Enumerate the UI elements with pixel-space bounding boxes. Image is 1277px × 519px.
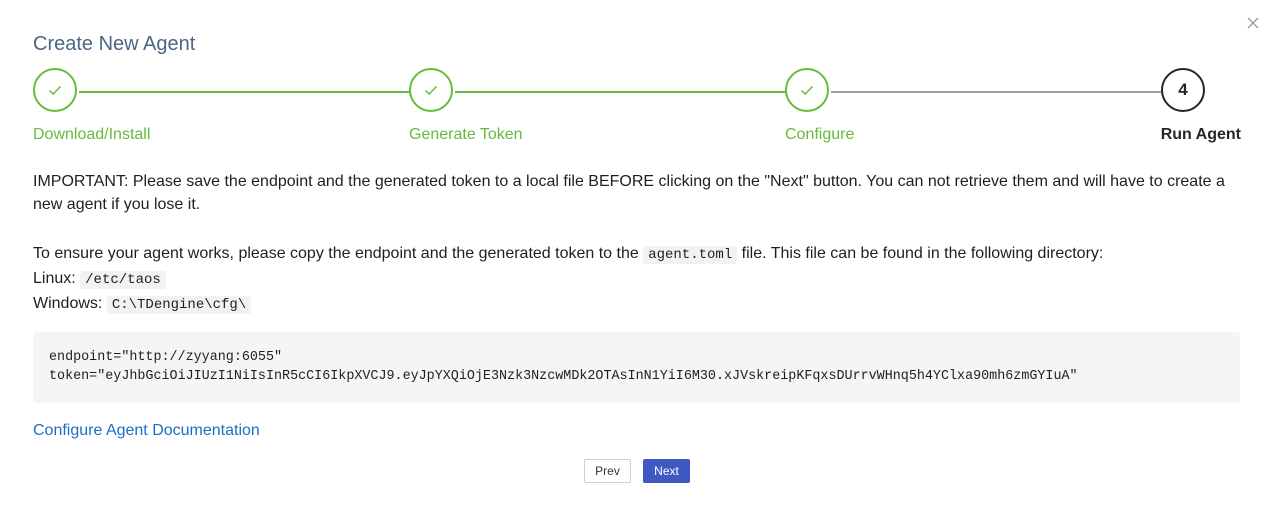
linux-label: Linux: — [33, 270, 76, 287]
check-icon — [425, 85, 438, 95]
copy-instructions: To ensure your agent works, please copy … — [33, 242, 1243, 267]
config-code-block[interactable]: endpoint="http://zyyang:6055" token="eyJ… — [33, 332, 1240, 403]
step-label-generate-token: Generate Token — [409, 126, 523, 143]
linux-path: /etc/taos — [80, 271, 166, 289]
next-button[interactable]: Next — [643, 459, 690, 483]
step-label-download: Download/Install — [33, 126, 151, 143]
config-filename: agent.toml — [643, 246, 738, 264]
copy-suffix-text: file. This file can be found in the foll… — [741, 245, 1104, 262]
modal-title: Create New Agent — [33, 33, 196, 55]
close-button[interactable] — [1244, 14, 1262, 32]
prev-button[interactable]: Prev — [584, 459, 631, 483]
step-label-run-agent: Run Agent — [1160, 126, 1241, 143]
check-icon — [49, 85, 62, 95]
step-connector-1 — [79, 91, 410, 93]
step-connector-2 — [455, 91, 786, 93]
windows-label: Windows: — [33, 295, 103, 312]
linux-path-row: Linux: /etc/taos — [33, 267, 1243, 292]
step-2-circle — [409, 68, 453, 112]
step-1-circle — [33, 68, 77, 112]
step-4-circle: 4 — [1161, 68, 1205, 112]
close-icon — [1247, 17, 1259, 29]
copy-prefix-text: To ensure your agent works, please copy … — [33, 245, 639, 262]
configure-agent-documentation-link[interactable]: Configure Agent Documentation — [33, 422, 260, 440]
step-label-configure: Configure — [785, 126, 855, 143]
step-3-circle — [785, 68, 829, 112]
step-connector-3 — [831, 91, 1162, 93]
step-number: 4 — [1178, 80, 1188, 99]
check-icon — [801, 85, 814, 95]
windows-path-row: Windows: C:\TDengine\cfg\ — [33, 292, 1243, 317]
important-notice: IMPORTANT: Please save the endpoint and … — [33, 173, 1225, 213]
windows-path: C:\TDengine\cfg\ — [106, 296, 252, 314]
